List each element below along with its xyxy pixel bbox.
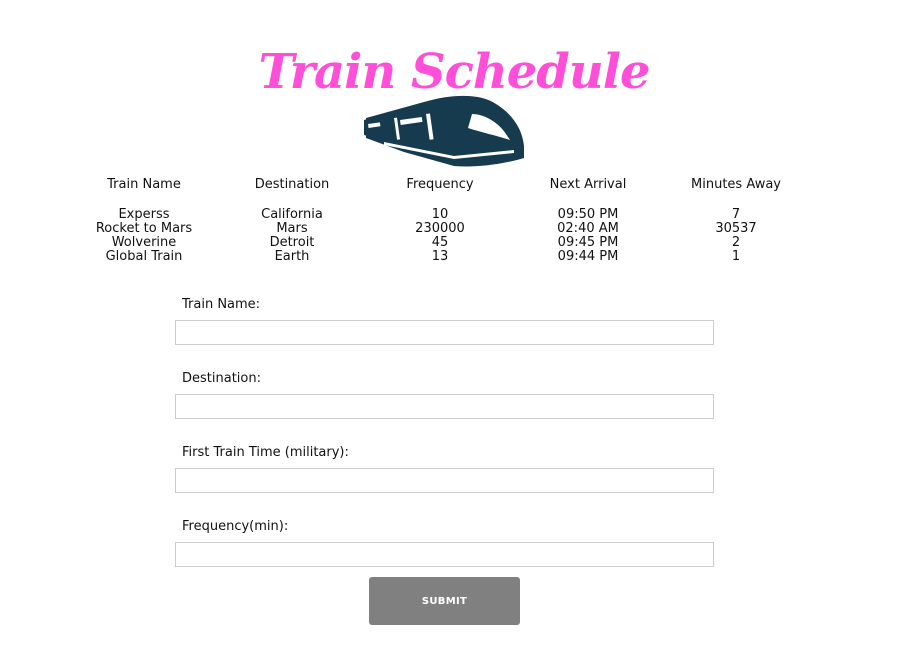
cell-minutes-away: 2 [731,235,741,250]
cell-next-arrival: 09:44 PM [557,249,619,264]
cell-next-arrival: 09:50 PM [557,207,619,222]
table-row: Experss California 10 09:50 PM 7 [70,208,810,222]
cell-minutes-away: 30537 [715,221,757,236]
submit-button[interactable]: SUBMIT [369,577,520,625]
cell-train-name: Experss [118,207,170,222]
add-train-form: Train Name: Destination: First Train Tim… [175,296,714,592]
cell-minutes-away: 1 [731,249,741,264]
cell-frequency: 10 [431,207,449,222]
column-header-minutes-away: Minutes Away [691,177,781,192]
cell-train-name: Wolverine [111,235,177,250]
first-train-time-input[interactable] [175,468,714,493]
cell-frequency: 45 [431,235,449,250]
cell-minutes-away: 7 [731,207,741,222]
frequency-input[interactable] [175,542,714,567]
column-header-train-name: Train Name [107,177,181,192]
column-header-next-arrival: Next Arrival [549,177,627,192]
destination-input[interactable] [175,394,714,419]
frequency-label: Frequency(min): [182,519,289,534]
cell-destination: California [261,207,323,222]
train-name-input[interactable] [175,320,714,345]
cell-frequency: 230000 [415,221,465,236]
schedule-table: Train Name Destination Frequency Next Ar… [70,176,810,264]
first-train-time-label: First Train Time (military): [182,445,349,460]
table-row: Wolverine Detroit 45 09:45 PM 2 [70,236,810,250]
cell-frequency: 13 [431,249,449,264]
table-row: Global Train Earth 13 09:44 PM 1 [70,250,810,264]
cell-destination: Earth [274,249,310,264]
cell-next-arrival: 02:40 AM [557,221,619,236]
table-header-row: Train Name Destination Frequency Next Ar… [70,176,810,208]
destination-label: Destination: [182,371,261,386]
column-header-frequency: Frequency [406,177,474,192]
cell-train-name: Rocket to Mars [95,221,193,236]
train-name-label: Train Name: [182,297,261,312]
cell-train-name: Global Train [105,249,183,264]
table-row: Rocket to Mars Mars 230000 02:40 AM 3053… [70,222,810,236]
cell-destination: Mars [276,221,308,236]
page: Train Schedule Train Name Destination Fr… [0,0,908,645]
train-icon [364,95,524,167]
cell-next-arrival: 09:45 PM [557,235,619,250]
column-header-destination: Destination [254,177,330,192]
cell-destination: Detroit [269,235,315,250]
